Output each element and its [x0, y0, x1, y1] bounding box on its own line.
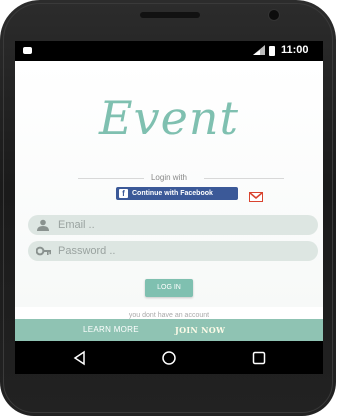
facebook-login-button[interactable]: f Continue with Facebook — [116, 187, 238, 200]
no-account-text: you dont have an account — [128, 312, 210, 319]
screen: 11:00 Event Login with f Continue with F… — [15, 41, 323, 374]
login-button[interactable]: LOG IN — [145, 279, 193, 297]
email-field[interactable] — [28, 215, 318, 235]
phone-frame: 11:00 Event Login with f Continue with F… — [0, 0, 336, 416]
signal-icon — [253, 45, 267, 57]
notification-icon — [23, 47, 32, 54]
battery-icon — [269, 46, 275, 56]
email-input[interactable] — [58, 215, 308, 235]
android-nav-bar — [15, 341, 323, 374]
home-icon[interactable] — [161, 350, 177, 366]
recents-icon[interactable] — [251, 350, 267, 366]
login-with-divider: Login with — [15, 171, 323, 185]
password-field[interactable] — [28, 241, 318, 261]
status-time: 11:00 — [281, 44, 309, 56]
login-screen: Event Login with f Continue with Faceboo… — [15, 61, 323, 319]
status-bar: 11:00 — [15, 41, 323, 61]
bottom-action-bar: LEARN MORE JOIN NOW — [15, 319, 323, 341]
join-now-button[interactable]: JOIN NOW — [175, 325, 225, 335]
gmail-icon[interactable] — [248, 189, 264, 202]
facebook-icon: f — [119, 189, 128, 198]
key-icon — [35, 245, 51, 257]
divider-line-right — [204, 178, 284, 179]
learn-more-button[interactable]: LEARN MORE — [83, 325, 139, 334]
person-icon — [36, 219, 50, 231]
back-icon[interactable] — [72, 350, 88, 366]
app-logo: Event — [99, 91, 239, 145]
phone-speaker — [140, 12, 200, 18]
phone-camera — [268, 9, 280, 21]
password-input[interactable] — [58, 241, 308, 261]
facebook-button-label: Continue with Facebook — [132, 190, 213, 197]
